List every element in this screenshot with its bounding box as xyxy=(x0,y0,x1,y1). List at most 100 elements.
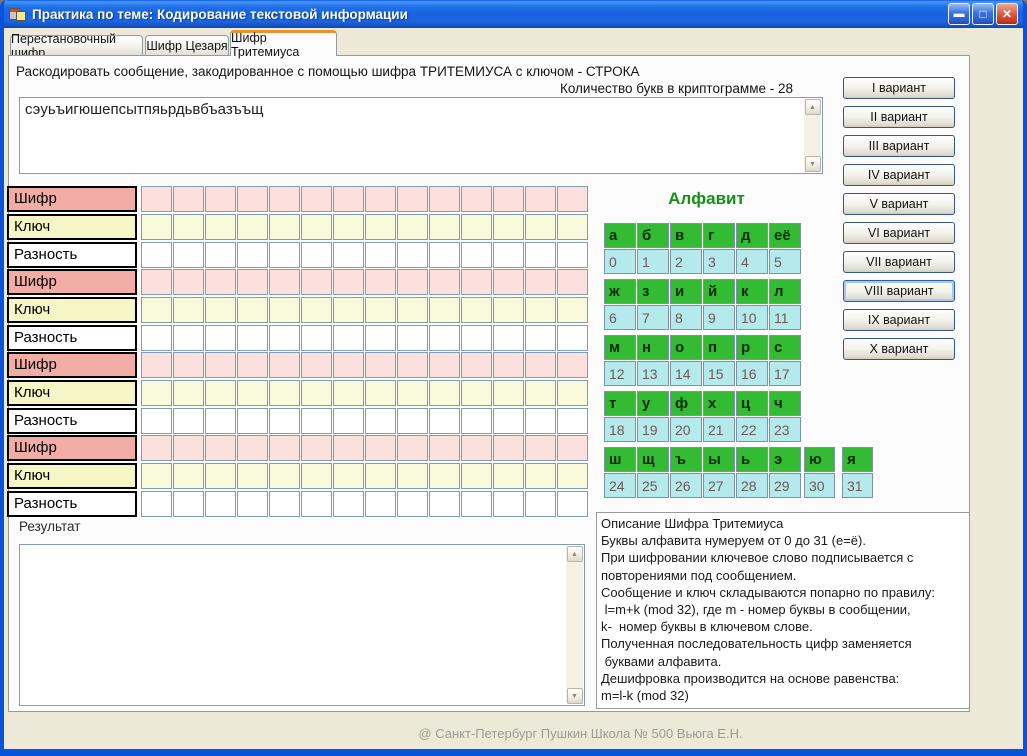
grid-cell[interactable] xyxy=(301,297,332,323)
grid-cell[interactable] xyxy=(205,380,236,406)
scroll-up-icon[interactable]: ▲ xyxy=(567,546,583,562)
cryptogram-input[interactable]: сэуьъигюшепсытпяьрдьвбъазъъщ ▲ ▼ xyxy=(19,97,823,174)
grid-cell[interactable] xyxy=(173,380,204,406)
grid-cell[interactable] xyxy=(493,408,524,434)
grid-cell[interactable] xyxy=(461,214,492,240)
grid-cell[interactable] xyxy=(141,242,172,268)
grid-cell[interactable] xyxy=(429,491,460,517)
grid-cell[interactable] xyxy=(141,491,172,517)
grid-cell[interactable] xyxy=(365,186,396,212)
grid-cell[interactable] xyxy=(429,435,460,461)
grid-cell[interactable] xyxy=(397,463,428,489)
grid-cell[interactable] xyxy=(557,325,588,351)
grid-cell[interactable] xyxy=(301,325,332,351)
grid-cell[interactable] xyxy=(173,408,204,434)
grid-cell[interactable] xyxy=(461,325,492,351)
grid-cell[interactable] xyxy=(429,463,460,489)
grid-cell[interactable] xyxy=(141,325,172,351)
grid-cell[interactable] xyxy=(141,435,172,461)
grid-cell[interactable] xyxy=(461,269,492,295)
grid-cell[interactable] xyxy=(397,491,428,517)
grid-cell[interactable] xyxy=(269,214,300,240)
grid-cell[interactable] xyxy=(269,408,300,434)
grid-cell[interactable] xyxy=(525,408,556,434)
grid-cell[interactable] xyxy=(365,297,396,323)
grid-cell[interactable] xyxy=(333,269,364,295)
scroll-down-icon[interactable]: ▼ xyxy=(805,156,821,172)
grid-cell[interactable] xyxy=(269,297,300,323)
grid-cell[interactable] xyxy=(365,269,396,295)
grid-cell[interactable] xyxy=(525,269,556,295)
grid-cell[interactable] xyxy=(333,463,364,489)
grid-cell[interactable] xyxy=(557,297,588,323)
grid-cell[interactable] xyxy=(141,380,172,406)
cryptogram-scrollbar[interactable]: ▲ ▼ xyxy=(804,99,821,172)
grid-cell[interactable] xyxy=(269,325,300,351)
grid-cell[interactable] xyxy=(493,435,524,461)
grid-cell[interactable] xyxy=(365,214,396,240)
variant-button-6[interactable]: VI вариант xyxy=(843,222,955,244)
grid-cell[interactable] xyxy=(429,242,460,268)
grid-cell[interactable] xyxy=(429,408,460,434)
grid-cell[interactable] xyxy=(333,435,364,461)
grid-cell[interactable] xyxy=(237,269,268,295)
grid-cell[interactable] xyxy=(333,408,364,434)
grid-cell[interactable] xyxy=(397,214,428,240)
grid-cell[interactable] xyxy=(461,463,492,489)
grid-cell[interactable] xyxy=(205,297,236,323)
result-scrollbar[interactable]: ▲ ▼ xyxy=(566,546,583,704)
grid-cell[interactable] xyxy=(205,352,236,378)
variant-button-2[interactable]: II вариант xyxy=(843,106,955,128)
grid-cell[interactable] xyxy=(397,435,428,461)
variant-button-1[interactable]: I вариант xyxy=(843,77,955,99)
grid-cell[interactable] xyxy=(173,491,204,517)
grid-cell[interactable] xyxy=(269,352,300,378)
grid-cell[interactable] xyxy=(333,352,364,378)
grid-cell[interactable] xyxy=(397,380,428,406)
grid-cell[interactable] xyxy=(141,186,172,212)
grid-cell[interactable] xyxy=(173,463,204,489)
grid-cell[interactable] xyxy=(333,297,364,323)
grid-cell[interactable] xyxy=(301,269,332,295)
grid-cell[interactable] xyxy=(333,491,364,517)
grid-cell[interactable] xyxy=(397,352,428,378)
grid-cell[interactable] xyxy=(557,408,588,434)
grid-cell[interactable] xyxy=(237,242,268,268)
grid-cell[interactable] xyxy=(301,408,332,434)
grid-cell[interactable] xyxy=(269,463,300,489)
grid-cell[interactable] xyxy=(365,352,396,378)
grid-cell[interactable] xyxy=(493,463,524,489)
grid-cell[interactable] xyxy=(173,297,204,323)
grid-cell[interactable] xyxy=(461,435,492,461)
scroll-down-icon[interactable]: ▼ xyxy=(567,688,583,704)
tab-permutation-cipher[interactable]: Перестановочный шифр xyxy=(10,35,143,56)
grid-cell[interactable] xyxy=(173,242,204,268)
variant-button-4[interactable]: IV вариант xyxy=(843,164,955,186)
grid-cell[interactable] xyxy=(205,463,236,489)
variant-button-8[interactable]: VIII вариант xyxy=(843,280,955,302)
grid-cell[interactable] xyxy=(557,380,588,406)
grid-cell[interactable] xyxy=(525,435,556,461)
grid-cell[interactable] xyxy=(525,463,556,489)
grid-cell[interactable] xyxy=(269,242,300,268)
grid-cell[interactable] xyxy=(141,269,172,295)
grid-cell[interactable] xyxy=(205,214,236,240)
grid-cell[interactable] xyxy=(237,352,268,378)
grid-cell[interactable] xyxy=(461,408,492,434)
grid-cell[interactable] xyxy=(301,352,332,378)
grid-cell[interactable] xyxy=(397,269,428,295)
variant-button-7[interactable]: VII вариант xyxy=(843,251,955,273)
variant-button-9[interactable]: IX вариант xyxy=(843,309,955,331)
grid-cell[interactable] xyxy=(365,463,396,489)
variant-button-3[interactable]: III вариант xyxy=(843,135,955,157)
grid-cell[interactable] xyxy=(461,491,492,517)
grid-cell[interactable] xyxy=(173,214,204,240)
grid-cell[interactable] xyxy=(493,352,524,378)
grid-cell[interactable] xyxy=(493,186,524,212)
grid-cell[interactable] xyxy=(461,380,492,406)
grid-cell[interactable] xyxy=(557,491,588,517)
grid-cell[interactable] xyxy=(173,325,204,351)
grid-cell[interactable] xyxy=(333,380,364,406)
grid-cell[interactable] xyxy=(429,186,460,212)
grid-cell[interactable] xyxy=(333,325,364,351)
